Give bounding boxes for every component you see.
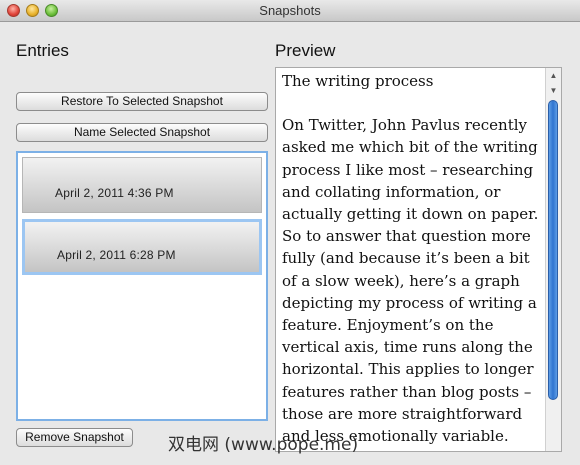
- scroll-down-icon[interactable]: ▼: [548, 85, 559, 96]
- scroll-thumb[interactable]: [548, 100, 558, 400]
- preview-body: On Twitter, John Pavlus recently asked m…: [282, 116, 539, 446]
- preview-heading: Preview: [275, 41, 336, 60]
- scroll-up-icon[interactable]: ▲: [548, 70, 559, 81]
- entries-heading: Entries: [16, 41, 69, 60]
- vertical-scrollbar[interactable]: ▲ ▼: [545, 68, 561, 451]
- name-snapshot-button[interactable]: Name Selected Snapshot: [16, 123, 268, 142]
- preview-content: The writing process On Twitter, John Pav…: [282, 70, 540, 447]
- snapshot-list-item-selected[interactable]: April 2, 2011 6:28 PM: [22, 219, 262, 275]
- title-bar[interactable]: Snapshots: [0, 0, 580, 22]
- preview-text-area[interactable]: The writing process On Twitter, John Pav…: [275, 67, 562, 452]
- snapshot-date-label: April 2, 2011 4:36 PM: [55, 186, 174, 200]
- snapshot-list[interactable]: April 2, 2011 4:36 PM April 2, 2011 6:28…: [16, 151, 268, 421]
- window-title: Snapshots: [259, 3, 321, 18]
- restore-snapshot-button[interactable]: Restore To Selected Snapshot: [16, 92, 268, 111]
- remove-snapshot-button[interactable]: Remove Snapshot: [16, 428, 133, 447]
- preview-title-line: The writing process: [282, 72, 434, 90]
- watermark-text: 双电网 (www.pope.me): [168, 435, 359, 455]
- snapshot-date-label: April 2, 2011 6:28 PM: [57, 248, 176, 262]
- snapshot-list-item[interactable]: April 2, 2011 4:36 PM: [22, 157, 262, 213]
- snapshots-window: Snapshots Entries Preview Restore To Sel…: [0, 0, 580, 465]
